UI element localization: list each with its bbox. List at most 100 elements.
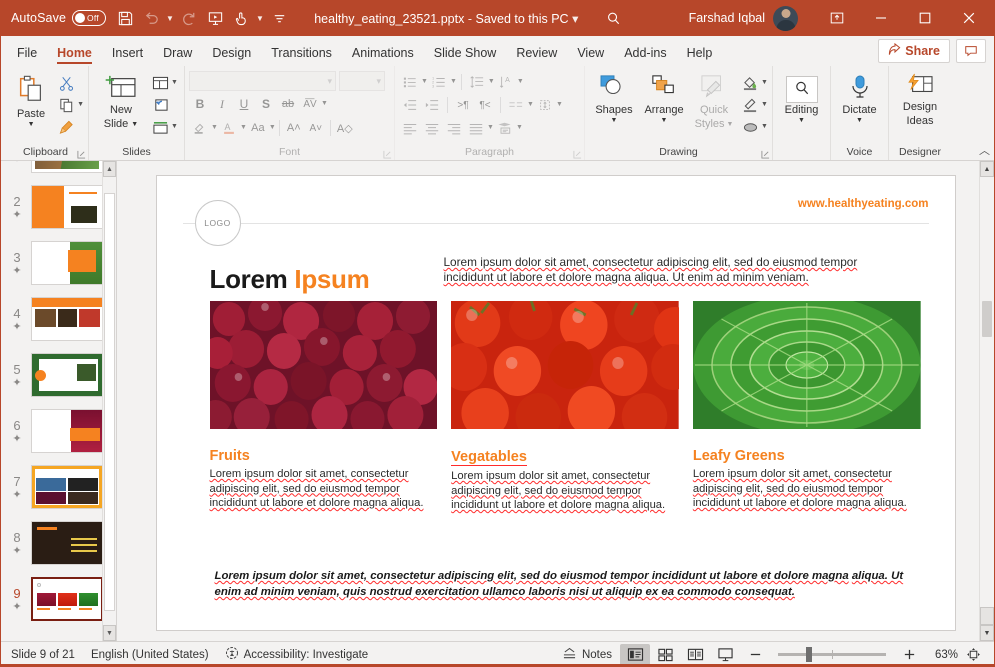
slide-footnote[interactable]: Lorem ipsum dolor sit amet, consectetur … xyxy=(215,568,915,600)
animation-star-icon[interactable]: ✦ xyxy=(12,209,21,221)
tab-insert[interactable]: Insert xyxy=(102,42,153,66)
decrease-indent-button[interactable] xyxy=(399,94,421,116)
align-center-button[interactable] xyxy=(421,117,443,139)
animation-star-icon[interactable]: ✦ xyxy=(12,489,21,501)
slide-thumbnail-2[interactable]: 2 ✦ xyxy=(1,179,116,235)
touch-mode-icon[interactable] xyxy=(228,5,254,31)
tab-view[interactable]: View xyxy=(567,42,614,66)
shape-fill-caret-icon[interactable]: ▼ xyxy=(761,79,768,86)
clear-formatting-button[interactable]: A◇ xyxy=(334,117,356,139)
text-shadow-button[interactable]: S xyxy=(255,93,277,115)
new-slide-caret-icon[interactable]: ▼ xyxy=(131,121,138,128)
tab-add-ins[interactable]: Add-ins xyxy=(614,42,676,66)
decrease-font-size-button[interactable]: A˅ xyxy=(305,117,327,139)
ribbon-display-options-icon[interactable] xyxy=(816,1,858,35)
view-reading-button[interactable] xyxy=(680,644,710,666)
justify-caret-icon[interactable]: ▼ xyxy=(487,124,494,131)
zoom-slider-handle[interactable] xyxy=(806,647,812,662)
column-body-leafy-greens[interactable]: Lorem ipsum dolor sit amet, consectetur … xyxy=(693,467,921,511)
numbering-caret-icon[interactable]: ▼ xyxy=(450,78,457,85)
zoom-slider[interactable] xyxy=(778,647,886,662)
zoom-in-button[interactable] xyxy=(894,644,924,666)
justify-button[interactable] xyxy=(465,117,487,139)
bullets-caret-icon[interactable]: ▼ xyxy=(421,78,428,85)
start-presentation-icon[interactable] xyxy=(202,5,228,31)
column-heading-vegetables[interactable]: Vegatables xyxy=(451,449,527,466)
slide-thumbnail-6[interactable]: 6 ✦ xyxy=(1,403,116,459)
font-size-input[interactable]: ▾ xyxy=(339,71,385,91)
underline-button[interactable]: U xyxy=(233,93,255,115)
minimize-icon[interactable] xyxy=(860,1,902,35)
shape-outline-button[interactable] xyxy=(739,94,761,116)
new-slide-button[interactable]: New Slide ▼ xyxy=(93,72,149,133)
text-highlight-button[interactable] xyxy=(189,117,211,139)
tab-help[interactable]: Help xyxy=(677,42,723,66)
convert-to-smartart-button[interactable] xyxy=(494,117,516,139)
slide-thumbnail-9[interactable]: 9 ✦ xyxy=(1,571,116,627)
bullets-button[interactable] xyxy=(399,71,421,93)
slide-title[interactable]: Lorem Ipsum xyxy=(210,264,370,295)
paste-caret-icon[interactable]: ▼ xyxy=(28,121,35,128)
touch-mode-caret-icon[interactable]: ▼ xyxy=(254,14,266,23)
slide-thumbnail-7[interactable]: 7 ✦ xyxy=(1,459,116,515)
arrange-caret-icon[interactable]: ▼ xyxy=(661,117,668,124)
shape-effects-button[interactable] xyxy=(739,116,761,138)
section-caret-icon[interactable]: ▼ xyxy=(171,123,178,130)
undo-icon[interactable] xyxy=(138,5,164,31)
thumbnail-scroll-thumb[interactable] xyxy=(104,193,115,611)
animation-star-icon[interactable]: ✦ xyxy=(12,433,21,445)
line-spacing-caret-icon[interactable]: ▼ xyxy=(488,78,495,85)
clipboard-dialog-launcher[interactable] xyxy=(77,150,86,159)
quick-styles-caret-icon[interactable]: ▼ xyxy=(727,121,734,128)
tab-animations[interactable]: Animations xyxy=(342,42,424,66)
animation-star-icon[interactable]: ✦ xyxy=(12,601,21,613)
bold-button[interactable]: B xyxy=(189,93,211,115)
save-state-caret-icon[interactable]: ▾ xyxy=(572,12,578,26)
save-icon[interactable] xyxy=(112,5,138,31)
comments-icon[interactable] xyxy=(956,39,986,63)
paragraph-dialog-launcher[interactable] xyxy=(573,150,582,159)
drawing-dialog-launcher[interactable] xyxy=(761,150,770,159)
thumb-frame-6[interactable] xyxy=(31,409,103,453)
thumb-frame-4[interactable] xyxy=(31,297,103,341)
font-dialog-launcher[interactable] xyxy=(383,150,392,159)
shape-fill-button[interactable] xyxy=(739,72,761,94)
slide-thumbnail-3[interactable]: 3 ✦ xyxy=(1,235,116,291)
columns-button[interactable] xyxy=(505,94,527,116)
column-heading-fruits[interactable]: Fruits xyxy=(210,448,438,464)
zoom-level[interactable]: 63% xyxy=(924,649,958,661)
maximize-icon[interactable] xyxy=(904,1,946,35)
section-button[interactable] xyxy=(149,116,171,138)
website-url[interactable]: www.healthyeating.com xyxy=(798,198,929,210)
reset-button[interactable] xyxy=(149,94,171,116)
convert-to-smartart-caret-icon[interactable]: ▼ xyxy=(516,124,523,131)
user-name[interactable]: Farshad Iqbal xyxy=(689,11,765,25)
tab-design[interactable]: Design xyxy=(202,42,261,66)
change-case-caret-icon[interactable]: ▼ xyxy=(269,124,276,131)
notes-button[interactable]: Notes xyxy=(554,644,620,666)
fit-slide-to-window-button[interactable] xyxy=(958,644,988,666)
character-spacing-button[interactable]: A͞V xyxy=(299,93,321,115)
copy-caret-icon[interactable]: ▼ xyxy=(77,101,84,108)
thumb-frame-1[interactable] xyxy=(31,161,103,173)
shape-effects-caret-icon[interactable]: ▼ xyxy=(761,123,768,130)
shapes-button[interactable]: Shapes ▼ xyxy=(589,72,639,126)
slide-counter[interactable]: Slide 9 of 21 xyxy=(3,644,83,666)
format-painter-button[interactable] xyxy=(55,116,77,138)
editing-caret-icon[interactable]: ▼ xyxy=(798,117,805,124)
language-indicator[interactable]: English (United States) xyxy=(83,644,217,666)
view-slide-sorter-button[interactable] xyxy=(650,644,680,666)
view-slide-show-button[interactable] xyxy=(710,644,740,666)
design-ideas-button[interactable]: Design Ideas xyxy=(894,71,946,130)
share-button[interactable]: Share xyxy=(878,39,950,63)
column-body-fruits[interactable]: Lorem ipsum dolor sit amet, consectetur … xyxy=(210,467,438,511)
image-vegetables[interactable] xyxy=(451,301,679,429)
animation-star-icon[interactable]: ✦ xyxy=(12,265,21,277)
zoom-out-button[interactable] xyxy=(740,644,770,666)
animation-star-icon[interactable]: ✦ xyxy=(12,545,21,557)
scroll-up-icon[interactable]: ▲ xyxy=(103,161,116,177)
slide-thumbnail-5[interactable]: 5 ✦ xyxy=(1,347,116,403)
tab-review[interactable]: Review xyxy=(506,42,567,66)
layout-button[interactable] xyxy=(149,72,171,94)
avatar[interactable] xyxy=(773,5,798,31)
